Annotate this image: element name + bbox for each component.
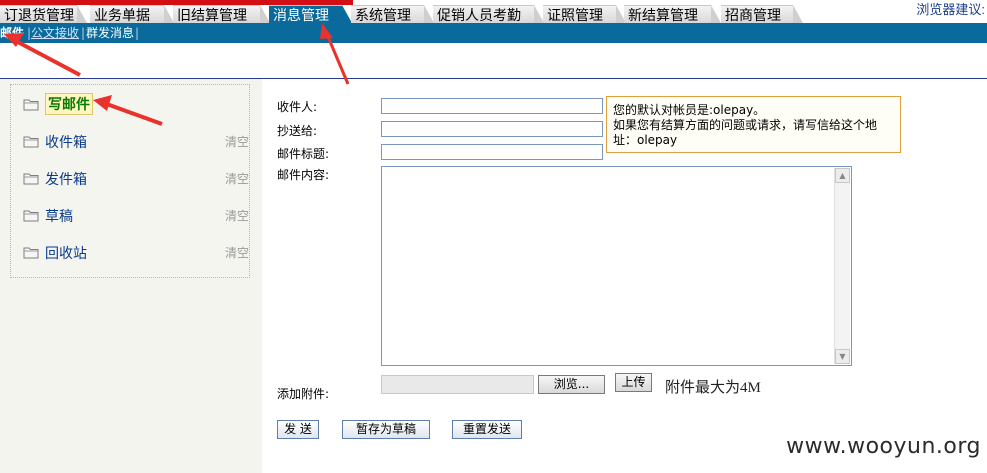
sidebar-item-recycle-bin[interactable]: 回收站 清空 bbox=[21, 241, 249, 265]
default-accountant-tooltip: 您的默认对帐员是:olepay。 如果您有结算方面的问题或请求，请写信给这个地址… bbox=[606, 96, 901, 153]
subnav-document-receive[interactable]: 公文接收 bbox=[31, 25, 79, 41]
sidebar-item-compose[interactable]: 写邮件 bbox=[21, 93, 249, 117]
tab-system-management[interactable]: 系统管理 bbox=[351, 5, 434, 23]
sidebar-item-label: 回收站 bbox=[45, 246, 87, 262]
tab-label: 新结算管理 bbox=[628, 7, 698, 23]
recipient-input[interactable] bbox=[381, 98, 603, 114]
sidebar-item-drafts[interactable]: 草稿 清空 bbox=[21, 204, 249, 228]
sidebar-item-inbox[interactable]: 收件箱 清空 bbox=[21, 130, 249, 154]
browser-suggestion-text: 浏览器建议: bbox=[916, 2, 985, 17]
tooltip-line-2: 如果您有结算方面的问题或请求，请写信给这个地址：olepay bbox=[613, 118, 878, 147]
scroll-up-icon[interactable]: ▲ bbox=[835, 168, 850, 183]
folder-icon bbox=[23, 173, 39, 185]
sidebar-item-outbox[interactable]: 发件箱 清空 bbox=[21, 167, 249, 191]
clear-inbox-link[interactable]: 清空 bbox=[225, 133, 249, 150]
tab-label: 系统管理 bbox=[355, 7, 411, 23]
folder-icon bbox=[23, 210, 39, 222]
tab-order-return[interactable]: 订退货管理 bbox=[0, 5, 87, 23]
subnav-separator: | bbox=[135, 26, 140, 40]
tab-label: 旧结算管理 bbox=[177, 7, 247, 23]
sidebar-item-label: 发件箱 bbox=[45, 172, 87, 188]
subnav-separator: | bbox=[81, 26, 86, 40]
tab-label: 促销人员考勤 bbox=[437, 7, 521, 23]
browse-button[interactable]: 浏览... bbox=[538, 375, 605, 394]
tab-label: 订退货管理 bbox=[4, 7, 74, 23]
resend-button[interactable]: 重置发送 bbox=[452, 420, 522, 439]
tab-label: 业务单据 bbox=[94, 7, 150, 23]
sidebar-item-label: 收件箱 bbox=[45, 135, 87, 151]
cc-input[interactable] bbox=[381, 121, 603, 137]
folder-icon bbox=[23, 99, 39, 111]
tab-label: 招商管理 bbox=[725, 7, 781, 23]
tab-business-docs[interactable]: 业务单据 bbox=[90, 5, 174, 23]
folder-icon bbox=[23, 247, 39, 259]
body-textarea[interactable]: ▲ ▼ bbox=[381, 166, 852, 366]
folder-icon bbox=[23, 136, 39, 148]
body-label: 邮件内容: bbox=[277, 168, 330, 182]
tab-label: 消息管理 bbox=[273, 7, 329, 23]
scroll-down-icon[interactable]: ▼ bbox=[835, 349, 850, 364]
clear-outbox-link[interactable]: 清空 bbox=[225, 170, 249, 187]
attachment-label: 添加附件: bbox=[277, 387, 330, 401]
subject-input[interactable] bbox=[381, 144, 603, 160]
page: 订退货管理 业务单据 旧结算管理 消息管理 系统管理 促销人员考勤 证照管理 新… bbox=[0, 0, 987, 473]
recipient-label: 收件人: bbox=[277, 100, 318, 114]
attachment-size-note: 附件最大为4M bbox=[665, 380, 761, 396]
mail-sidebar: 写邮件 收件箱 清空 发件箱 清空 草稿 清空 回收站 清空 bbox=[10, 84, 250, 278]
subnav-bulk-message[interactable]: 群发消息 bbox=[86, 25, 134, 41]
subnav-mail[interactable]: 邮件 bbox=[0, 25, 24, 41]
tab-message-management[interactable]: 消息管理 bbox=[269, 5, 352, 23]
tab-promoter-attendance[interactable]: 促销人员考勤 bbox=[433, 5, 544, 23]
body-scrollbar[interactable]: ▲ ▼ bbox=[834, 168, 850, 364]
tab-new-settlement[interactable]: 新结算管理 bbox=[624, 5, 721, 23]
tab-old-settlement[interactable]: 旧结算管理 bbox=[173, 5, 270, 23]
tooltip-line-1: 您的默认对帐员是:olepay。 bbox=[613, 103, 766, 117]
tab-license-management[interactable]: 证照管理 bbox=[543, 5, 626, 23]
attachment-file-input[interactable] bbox=[381, 375, 534, 394]
sub-nav-bar: 邮件 | 公文接收 | 群发消息 | bbox=[0, 23, 987, 43]
clear-drafts-link[interactable]: 清空 bbox=[225, 207, 249, 224]
tab-merchant-management[interactable]: 招商管理 bbox=[721, 5, 803, 23]
clear-recycle-bin-link[interactable]: 清空 bbox=[225, 244, 249, 261]
sidebar-item-label: 写邮件 bbox=[45, 93, 93, 115]
subject-label: 邮件标题: bbox=[277, 147, 330, 161]
sidebar-item-label: 草稿 bbox=[45, 209, 73, 225]
tab-label: 证照管理 bbox=[547, 7, 603, 23]
cc-label: 抄送给: bbox=[277, 124, 318, 138]
send-button[interactable]: 发 送 bbox=[277, 420, 319, 439]
watermark-text: www.wooyun.org bbox=[786, 434, 981, 459]
save-draft-button[interactable]: 暂存为草稿 bbox=[342, 420, 430, 439]
top-tab-bar: 订退货管理 业务单据 旧结算管理 消息管理 系统管理 促销人员考勤 证照管理 新… bbox=[0, 2, 987, 23]
upload-button[interactable]: 上传 bbox=[615, 373, 652, 392]
